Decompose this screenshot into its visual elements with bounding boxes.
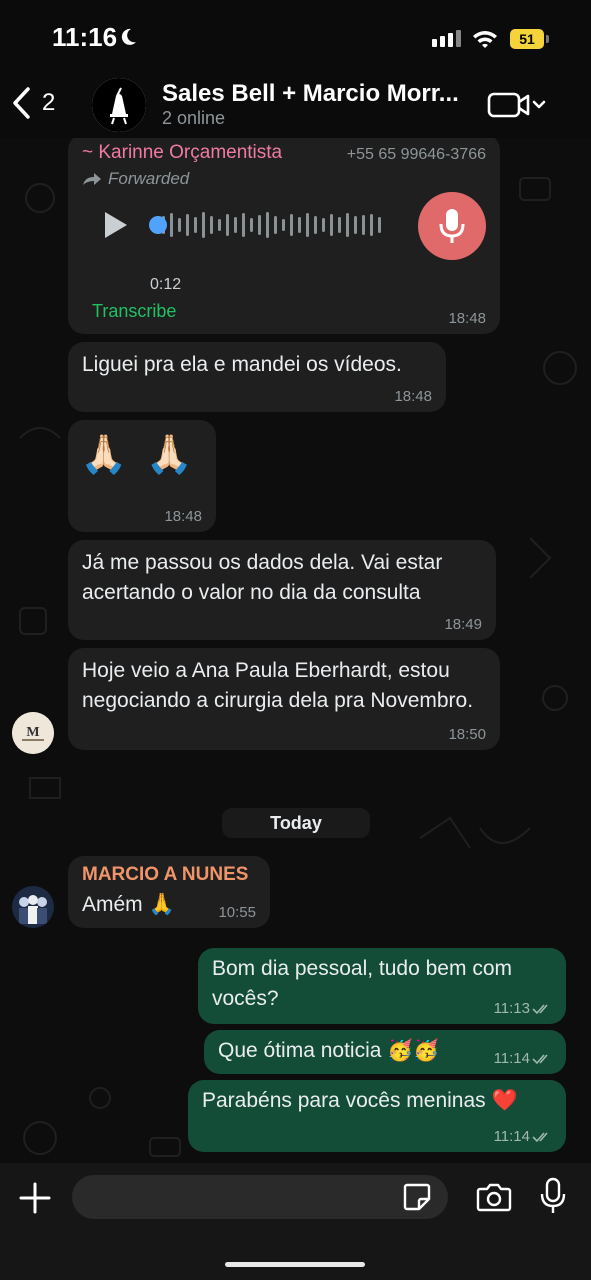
chevron-left-icon bbox=[13, 87, 30, 119]
message-bubble-outgoing[interactable]: Que ótima noticia 🥳🥳 11:14 bbox=[204, 1030, 566, 1074]
camera-icon[interactable] bbox=[476, 1181, 512, 1213]
battery-tip bbox=[546, 35, 549, 43]
clinic-logo-avatar: M bbox=[12, 712, 54, 754]
home-indicator bbox=[225, 1262, 365, 1267]
message-time: 11:14 bbox=[493, 1050, 530, 1067]
message-bubble[interactable]: Já me passou os dados dela. Vai estar ac… bbox=[68, 540, 496, 640]
message-text: Que ótima noticia 🥳🥳 bbox=[218, 1039, 440, 1062]
message-text: Parabéns para vocês meninas ❤️ bbox=[202, 1089, 518, 1112]
forwarded-label: Forwarded bbox=[82, 164, 189, 194]
sender-name[interactable]: MARCIO A NUNES bbox=[82, 860, 248, 890]
voice-note-mic-badge bbox=[418, 192, 486, 260]
message-bubble-outgoing[interactable]: Bom dia pessoal, tudo bem com vocês? 11:… bbox=[198, 948, 566, 1024]
message-time: 18:48 bbox=[448, 310, 486, 327]
message-time-row: 11:14 bbox=[494, 1128, 552, 1146]
message-time: 11:13 bbox=[493, 1000, 530, 1017]
read-ticks-icon bbox=[532, 1132, 548, 1143]
message-time: 10:55 bbox=[218, 904, 256, 921]
svg-text:M: M bbox=[26, 725, 39, 740]
avatar[interactable]: M bbox=[12, 712, 54, 754]
back-button[interactable]: 2 bbox=[10, 86, 55, 120]
status-time: 11:16 bbox=[52, 22, 118, 52]
message-bubble[interactable]: MARCIO A NUNES Amém 🙏 10:55 bbox=[68, 856, 270, 928]
message-text: Bom dia pessoal, tudo bem com vocês? bbox=[212, 957, 512, 1010]
video-call-icon[interactable] bbox=[486, 90, 548, 120]
message-bubble[interactable]: Liguei pra ela e mandei os vídeos. 18:48 bbox=[68, 342, 446, 412]
transcribe-link[interactable]: Transcribe bbox=[92, 296, 176, 326]
chat-messages[interactable]: ~ Karinne Orçamentista +55 65 99646-3766… bbox=[0, 138, 591, 1163]
message-text: Amém 🙏 bbox=[82, 893, 175, 916]
message-text: Liguei pra ela e mandei os vídeos. bbox=[82, 353, 402, 376]
status-bar: 11:16 51 bbox=[0, 0, 591, 74]
sticker-icon[interactable] bbox=[402, 1182, 432, 1212]
mic-icon bbox=[439, 209, 465, 243]
chat-subtitle: 2 online bbox=[162, 108, 226, 128]
forwarded-text: Forwarded bbox=[108, 169, 190, 188]
read-ticks-icon bbox=[532, 1004, 548, 1015]
bell-logo-icon bbox=[92, 78, 146, 132]
play-icon[interactable] bbox=[102, 210, 130, 240]
audio-waveform[interactable] bbox=[148, 210, 390, 240]
signal-icon bbox=[432, 30, 461, 47]
date-divider: Today bbox=[222, 808, 370, 838]
read-ticks-icon bbox=[532, 1054, 548, 1065]
message-text: Já me passou os dados dela. Vai estar ac… bbox=[82, 551, 443, 604]
forward-arrow-icon bbox=[83, 173, 101, 185]
chat-title[interactable]: Sales Bell + Marcio Morr... bbox=[162, 80, 472, 108]
message-time: 18:48 bbox=[164, 508, 202, 525]
message-time-row: 11:14 bbox=[494, 1050, 552, 1068]
message-time: 18:50 bbox=[448, 726, 486, 743]
message-time: 18:48 bbox=[394, 388, 432, 405]
moon-icon bbox=[121, 28, 136, 45]
plus-icon[interactable] bbox=[18, 1181, 52, 1215]
group-photo-avatar bbox=[12, 886, 54, 928]
sender-phone: +55 65 99646-3766 bbox=[346, 146, 486, 163]
message-input[interactable] bbox=[72, 1175, 448, 1219]
message-time: 11:14 bbox=[493, 1128, 530, 1145]
battery-icon: 51 bbox=[510, 29, 544, 49]
avatar[interactable] bbox=[12, 886, 54, 928]
chat-header: 2 Sales Bell + Marcio Morr... 2 online bbox=[0, 74, 591, 138]
message-emoji: 🙏🏻 🙏🏻 bbox=[80, 434, 198, 476]
message-time-row: 11:13 bbox=[494, 1000, 552, 1018]
message-bubble[interactable]: Hoje veio a Ana Paula Eberhardt, estou n… bbox=[68, 648, 500, 750]
voice-message-bubble[interactable]: ~ Karinne Orçamentista +55 65 99646-3766… bbox=[68, 138, 500, 334]
mic-icon[interactable] bbox=[540, 1177, 566, 1215]
unread-count: 2 bbox=[42, 89, 56, 116]
wifi-icon bbox=[473, 31, 497, 48]
message-text: Hoje veio a Ana Paula Eberhardt, estou n… bbox=[82, 659, 474, 712]
group-avatar[interactable] bbox=[92, 78, 146, 132]
message-bubble-outgoing[interactable]: Parabéns para vocês meninas ❤️ 11:14 bbox=[188, 1080, 566, 1152]
message-bubble[interactable]: 🙏🏻 🙏🏻 18:48 bbox=[68, 420, 216, 532]
message-time: 18:49 bbox=[444, 616, 482, 633]
